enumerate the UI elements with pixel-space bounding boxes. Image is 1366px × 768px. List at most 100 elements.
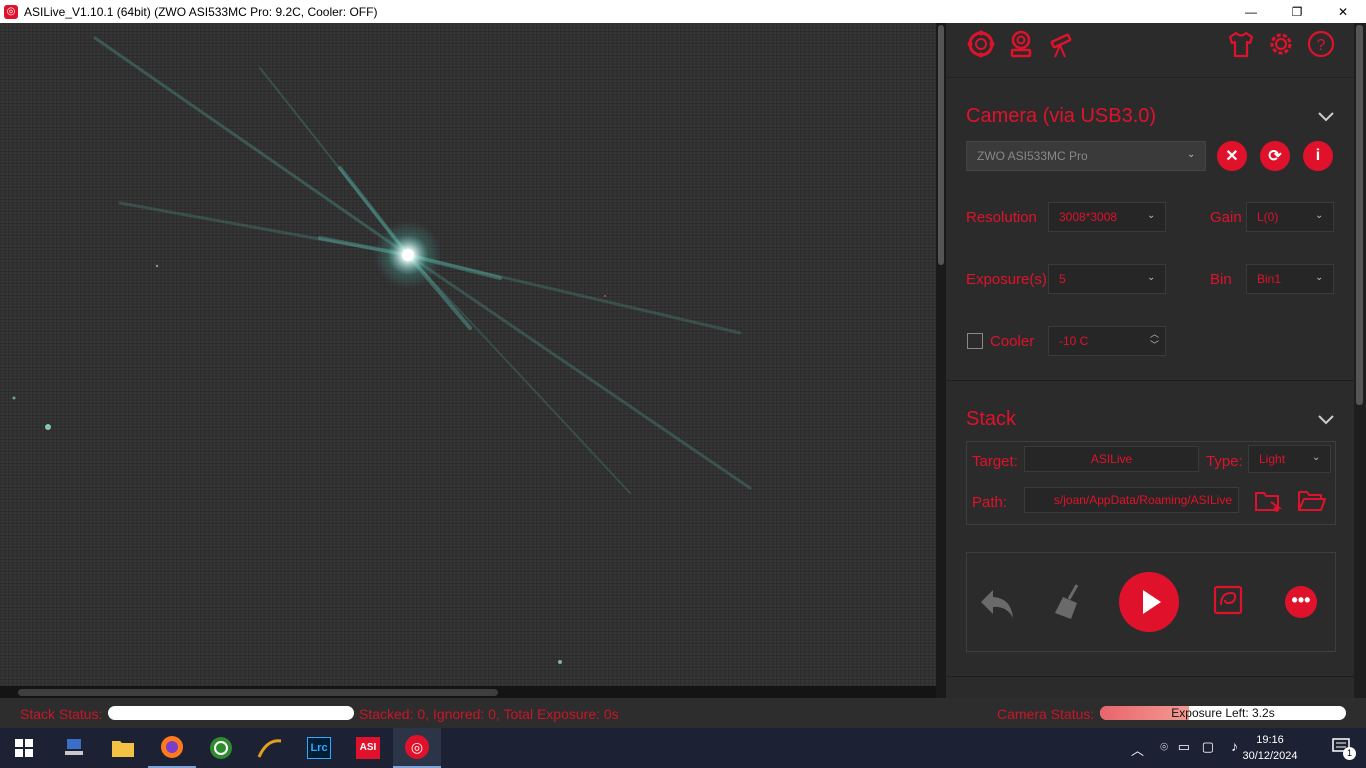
lifebuoy-icon[interactable]	[966, 29, 996, 59]
section-divider	[946, 676, 1354, 677]
battery-tray-icon[interactable]: ▭	[1178, 739, 1190, 755]
asilive-icon: ◎	[405, 735, 429, 759]
star-image	[12, 36, 752, 664]
camera-info-button[interactable]: i	[1303, 141, 1333, 171]
taskbar-sharpcap[interactable]	[246, 728, 294, 768]
help-icon[interactable]: ?	[1306, 29, 1336, 59]
scroll-thumb[interactable]	[18, 689, 498, 696]
dropdown-arrow-icon: ⌄	[1315, 210, 1324, 221]
more-options-button[interactable]: •••	[1285, 586, 1317, 618]
camera-profile-icon[interactable]	[1006, 29, 1036, 59]
phd2-icon	[210, 737, 232, 759]
camera-section-title: Camera (via USB3.0)	[966, 105, 1157, 127]
window-title: ASILive_V1.10.1 (64bit) (ZWO ASI533MC Pr…	[24, 4, 378, 19]
target-label: Target:	[972, 453, 1018, 470]
stack-settings-box: Target: ASILive Type: Light ⌄ Path: s/jo…	[966, 441, 1336, 525]
undo-icon[interactable]	[979, 586, 1015, 620]
maximize-button[interactable]: ❐	[1274, 0, 1320, 23]
folder-select-icon[interactable]	[1254, 488, 1282, 514]
scroll-thumb[interactable]	[1356, 25, 1363, 405]
camera-select-value: ZWO ASI533MC Pro	[977, 149, 1088, 163]
type-value: Light	[1259, 452, 1286, 466]
clock-time: 19:16	[1256, 734, 1284, 746]
path-label: Path:	[972, 494, 1008, 511]
taskbar-firefox[interactable]	[148, 728, 196, 768]
type-select[interactable]: Light ⌄	[1248, 445, 1331, 473]
camera-select[interactable]: ZWO ASI533MC Pro ⌄	[966, 141, 1206, 171]
stack-status-label: Stack Status:	[20, 706, 103, 722]
chevron-down-icon[interactable]	[1318, 112, 1334, 122]
notification-center[interactable]: 1	[1332, 738, 1356, 760]
image-viewer[interactable]	[0, 23, 936, 698]
gain-label: Gain	[1210, 209, 1242, 226]
title-bar: ◎ ASILive_V1.10.1 (64bit) (ZWO ASI533MC …	[0, 0, 1366, 23]
telescope-icon[interactable]	[1046, 29, 1076, 59]
taskbar-phd2[interactable]	[197, 728, 245, 768]
close-button[interactable]: ✕	[1320, 0, 1366, 23]
minimize-button[interactable]: —	[1228, 0, 1274, 23]
resolution-label: Resolution	[966, 209, 1037, 226]
gain-select[interactable]: L(0) ⌄	[1246, 202, 1334, 232]
type-label: Type:	[1206, 453, 1243, 470]
stack-section-title: Stack	[966, 408, 1017, 430]
broom-clear-icon[interactable]	[1051, 583, 1085, 621]
live-stack-icon[interactable]	[1213, 585, 1243, 615]
bin-value: Bin1	[1257, 272, 1282, 286]
chevron-down-icon[interactable]	[1318, 415, 1334, 425]
gain-value: L(0)	[1257, 210, 1279, 224]
clock-date: 30/12/2024	[1242, 750, 1298, 762]
stack-progress-bar	[108, 706, 354, 720]
disconnect-button[interactable]: ✕	[1217, 141, 1247, 171]
taskbar-file-explorer[interactable]	[99, 728, 147, 768]
cooler-checkbox[interactable]	[967, 333, 983, 349]
cooler-temp-spinner[interactable]: -10 C ︿ ﹀	[1048, 326, 1166, 356]
target-input[interactable]: ASILive	[1024, 446, 1199, 472]
path-input[interactable]: s/joan/AppData/Roaming/ASILive	[1024, 487, 1239, 513]
start-button[interactable]	[1119, 572, 1179, 632]
taskbar: Lrc ASI ◎ ︿ ⌾ ▭ ▢ ♪ 19:16 30/12/2024 1	[0, 728, 1366, 768]
exposure-left-text: Exposure Left: 3.2s	[1171, 706, 1275, 720]
panel-vertical-scrollbar[interactable]	[1354, 23, 1366, 698]
live-controls-box: •••	[966, 552, 1336, 652]
theme-shirt-icon[interactable]	[1226, 29, 1256, 59]
tray-overflow-chevron-icon[interactable]: ︿	[1131, 740, 1144, 759]
stack-summary: Stacked: 0, Ignored: 0, Total Exposure: …	[359, 706, 619, 722]
sharpcap-icon	[257, 739, 282, 758]
resolution-select[interactable]: 3008*3008 ⌄	[1048, 202, 1166, 232]
clock[interactable]: 19:16 30/12/2024	[1230, 732, 1310, 764]
cooler-label: Cooler	[990, 333, 1035, 350]
taskbar-lightroom[interactable]: Lrc	[295, 728, 343, 768]
spinner-arrows-icon[interactable]: ︿ ﹀	[1150, 329, 1159, 351]
exposure-label: Exposure(s)	[966, 271, 1047, 288]
windows-logo-icon	[15, 739, 33, 757]
section-divider	[946, 380, 1354, 381]
dropdown-arrow-icon: ⌄	[1147, 210, 1156, 221]
firefox-icon	[161, 736, 183, 758]
camera-tray-icon[interactable]: ⌾	[1160, 739, 1168, 755]
cooler-temp-value: -10 C	[1059, 334, 1089, 348]
taskbar-asi-studio[interactable]: ASI	[344, 728, 392, 768]
taskbar-asilive[interactable]: ◎	[393, 728, 441, 768]
settings-gear-icon[interactable]	[1266, 29, 1296, 59]
dropdown-arrow-icon: ⌄	[1312, 452, 1321, 463]
horizontal-scrollbar[interactable]	[0, 686, 936, 698]
exposure-select[interactable]: 5 ⌄	[1048, 264, 1166, 294]
control-panel: ? Camera (via USB3.0) ZWO ASI533MC Pro ⌄…	[946, 23, 1354, 698]
camera-status-label: Camera Status:	[997, 706, 1095, 722]
folder-icon	[112, 741, 134, 757]
play-icon	[1143, 590, 1161, 614]
top-toolbar: ?	[946, 23, 1354, 78]
network-computer-icon	[65, 739, 83, 755]
dropdown-arrow-icon: ⌄	[1315, 272, 1324, 283]
scroll-thumb[interactable]	[938, 25, 944, 265]
network-tray-icon[interactable]: ▢	[1202, 739, 1214, 755]
refresh-button[interactable]: ⟳	[1260, 141, 1290, 171]
status-bar: Stack Status: Stacked: 0, Ignored: 0, To…	[0, 698, 1366, 728]
viewer-vertical-scrollbar[interactable]	[936, 23, 946, 698]
bin-select[interactable]: Bin1 ⌄	[1246, 264, 1334, 294]
start-button[interactable]	[0, 728, 48, 768]
folder-open-icon[interactable]	[1297, 488, 1327, 514]
taskbar-network-utility[interactable]	[50, 728, 98, 768]
app-icon: ◎	[4, 4, 18, 19]
dropdown-arrow-icon: ⌄	[1187, 149, 1196, 160]
